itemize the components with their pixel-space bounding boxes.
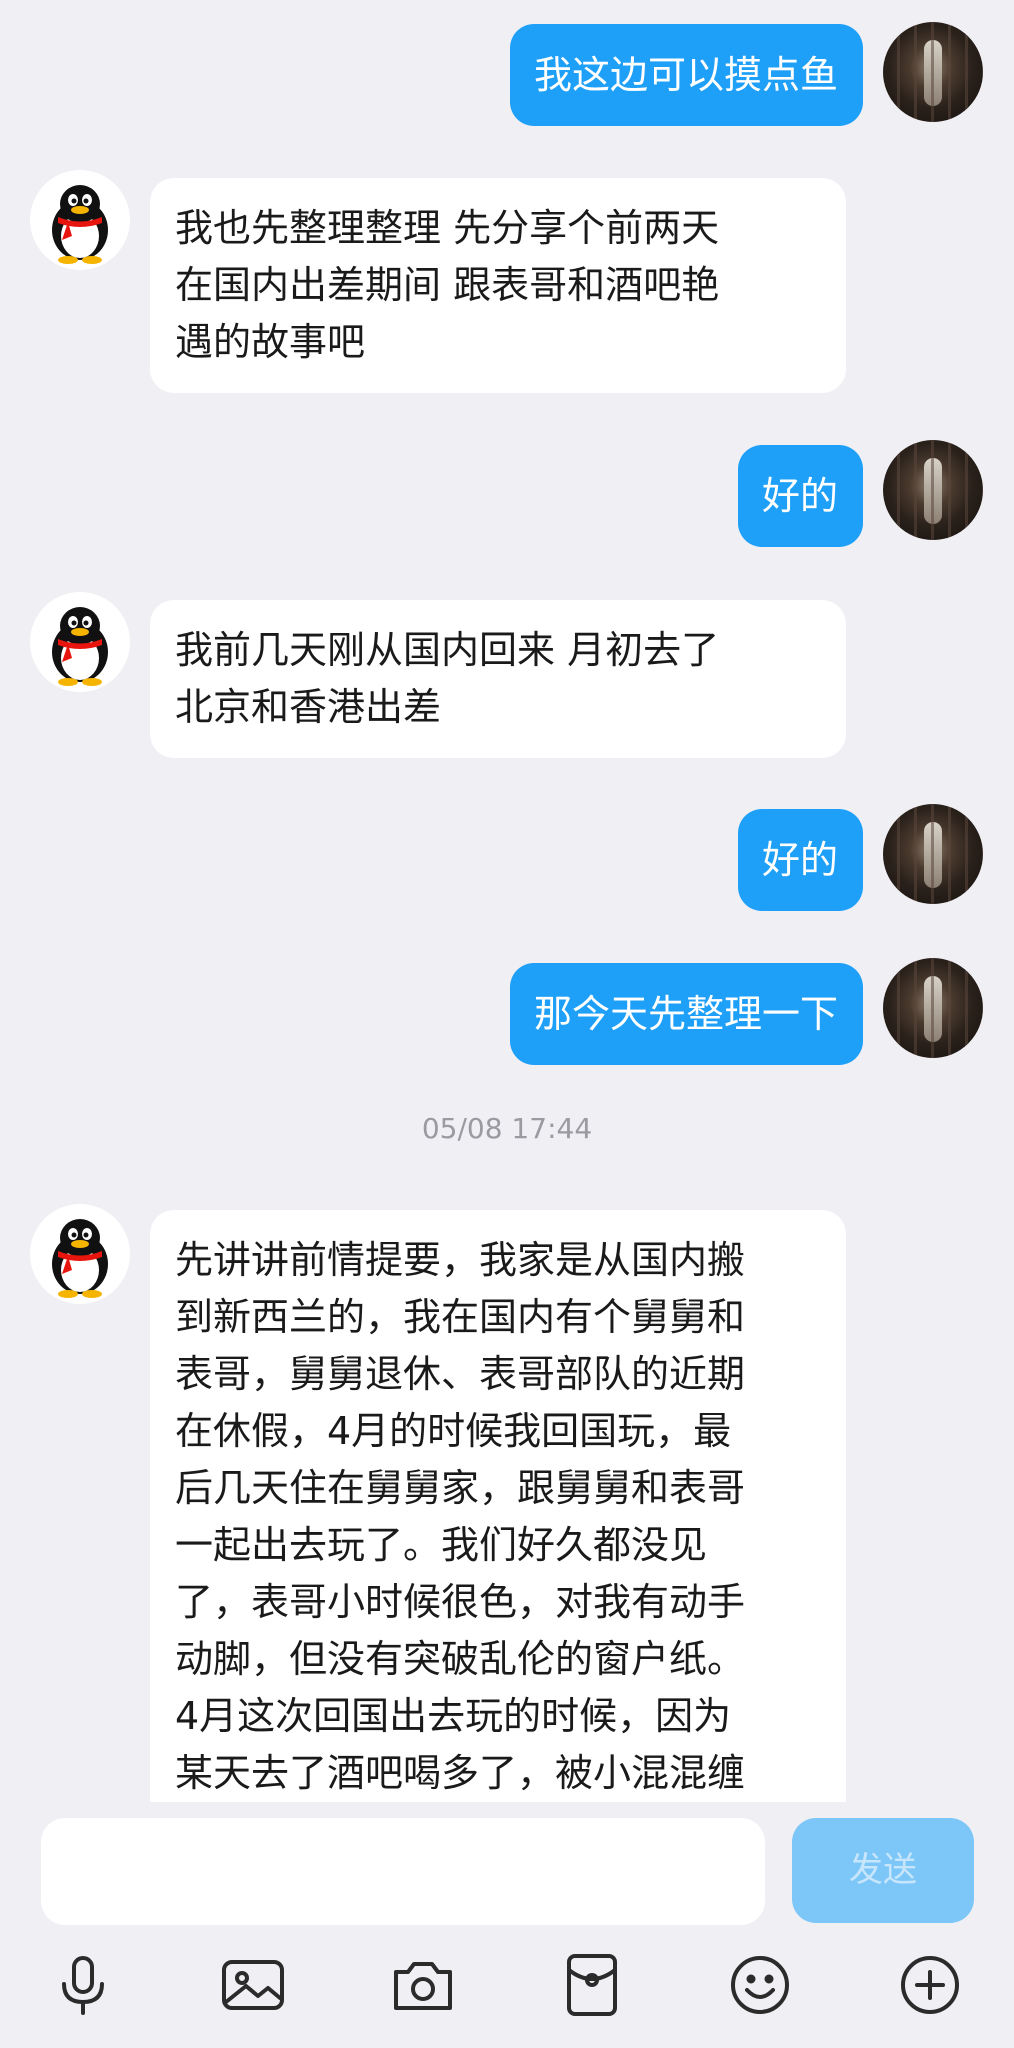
my-avatar[interactable] [883, 440, 983, 540]
image-icon[interactable] [218, 1950, 288, 2020]
message-line: 我前几天刚从国内回来 月初去了 [175, 628, 720, 672]
message-row: 先讲讲前情提要，我家是从国内搬 到新西兰的，我在国内有个舅舅和 表哥，舅舅退休、… [0, 1204, 1014, 1802]
message-line: 遇的故事吧 [175, 320, 366, 364]
my-message-bubble[interactable]: 那今天先整理一下 [509, 963, 863, 1065]
message-row: 我前几天刚从国内回来 月初去了 北京和香港出差 [0, 592, 1014, 762]
camera-icon[interactable] [388, 1950, 458, 2020]
message-row: 我也先整理整理 先分享个前两天 在国内出差期间 跟表哥和酒吧艳 遇的故事吧 [0, 170, 1014, 396]
message-line: 到新西兰的，我在国内有个舅舅和 [175, 1295, 746, 1339]
message-line: 后几天住在舅舅家，跟舅舅和表哥 [175, 1466, 746, 1510]
message-timestamp: 05/08 17:44 [421, 1112, 593, 1145]
message-line: 动脚，但没有突破乱伦的窗户纸。 [175, 1637, 746, 1681]
message-row: 我这边可以摸点鱼 [0, 22, 1014, 126]
message-line: 先讲讲前情提要，我家是从国内搬 [175, 1238, 746, 1282]
message-line: 我也先整理整理 先分享个前两天 [175, 206, 720, 250]
input-bar: 发送 [0, 1802, 1014, 2048]
qq-penguin-avatar[interactable] [30, 170, 130, 270]
my-avatar[interactable] [883, 22, 983, 122]
my-message-bubble[interactable]: 好的 [737, 445, 863, 547]
qq-penguin-avatar[interactable] [30, 1204, 130, 1304]
red-packet-icon[interactable] [557, 1950, 627, 2020]
my-message-bubble[interactable]: 好的 [737, 809, 863, 911]
message-line: 在休假，4月的时候我回国玩，最 [175, 1409, 732, 1453]
incoming-message-bubble[interactable]: 我也先整理整理 先分享个前两天 在国内出差期间 跟表哥和酒吧艳 遇的故事吧 [150, 178, 846, 393]
microphone-icon[interactable] [48, 1950, 118, 2020]
message-line: 北京和香港出差 [175, 685, 442, 729]
message-line: 4月这次回国出去玩的时候，因为 [175, 1694, 732, 1738]
qq-penguin-avatar[interactable] [30, 592, 130, 692]
message-row: 那今天先整理一下 [0, 958, 1014, 1065]
message-line: 某天去了酒吧喝多了，被小混混缠 [175, 1751, 746, 1795]
message-line: 表哥，舅舅退休、表哥部队的近期 [175, 1352, 746, 1396]
penguin-icon [30, 170, 130, 270]
message-row: 好的 [0, 804, 1014, 911]
message-input[interactable] [41, 1818, 765, 1925]
my-message-bubble[interactable]: 我这边可以摸点鱼 [509, 24, 863, 126]
my-avatar[interactable] [883, 804, 983, 904]
incoming-message-bubble[interactable]: 我前几天刚从国内回来 月初去了 北京和香港出差 [150, 600, 846, 758]
penguin-icon [30, 1204, 130, 1304]
message-line: 了，表哥小时候很色，对我有动手 [175, 1580, 746, 1624]
incoming-message-bubble[interactable]: 先讲讲前情提要，我家是从国内搬 到新西兰的，我在国内有个舅舅和 表哥，舅舅退休、… [150, 1210, 846, 1802]
emoji-icon[interactable] [725, 1950, 795, 2020]
penguin-icon [30, 592, 130, 692]
my-avatar[interactable] [883, 958, 983, 1058]
input-toolbar [0, 1950, 1014, 2020]
plus-icon[interactable] [895, 1950, 965, 2020]
message-line: 在国内出差期间 跟表哥和酒吧艳 [175, 263, 720, 307]
send-button[interactable]: 发送 [792, 1818, 974, 1923]
message-line: 一起出去玩了。我们好久都没见 [175, 1523, 708, 1567]
message-row: 好的 [0, 440, 1014, 547]
chat-message-list[interactable]: 我这边可以摸点鱼 我也先整理整理 先分享个前两天 在国内出差期间 跟表哥和酒吧艳… [0, 0, 1014, 1802]
